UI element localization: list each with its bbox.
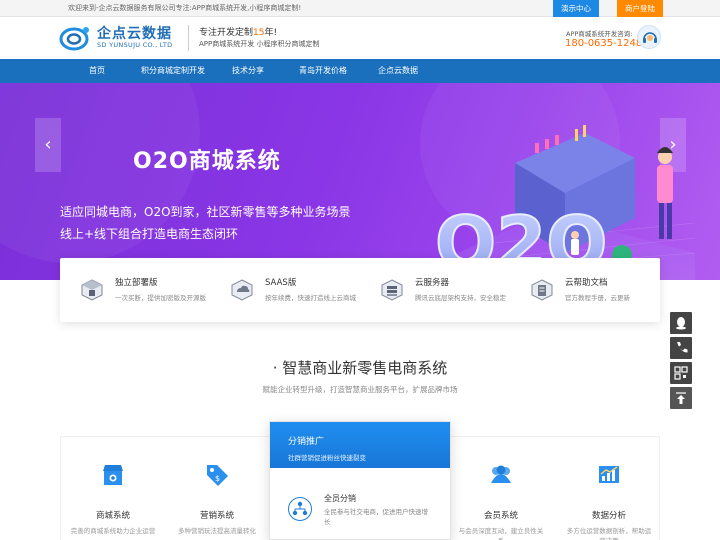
featured-card-title: 分销推广 [288,437,325,447]
slogan-sub: APP商城系统开发 小程序积分商城定制 [199,40,320,48]
nav-item-tech-share[interactable]: 技术分享 [232,59,264,83]
logo-english: SD YUNSUJU CO., LTD [97,41,173,49]
feature-cloud-server[interactable]: 云服务器 腾讯云底层架构支持，安全稳定 [360,258,510,322]
members-icon [491,465,511,483]
merchant-login-button[interactable]: 商户登陆 [617,0,663,17]
qq-icon [676,317,686,330]
feature-card: 独立部署版 一次买断，提供加密版及开源版 SAAS版 按年续费，快速打造线上云商… [60,258,660,322]
card-desc: 多方位运营数据剖析，帮助运营决策 [566,527,652,540]
card-title: 营销系统 [199,511,234,521]
person-figure [657,147,673,239]
featured-card-desc: 社群营销促进粉丝快速裂变 [288,454,366,462]
main-nav: 首页 积分商城定制开发 技术分享 青岛开发价格 企点云数据 [0,59,720,83]
feature-desc: 腾讯云底层架构支持，安全稳定 [415,294,506,302]
document-icon [531,279,553,301]
banner-text-line1: 适应同城电商，O2O到家，社区新零售等多种业务场景 [60,205,351,219]
feature-saas[interactable]: SAAS版 按年续费，快速打造线上云商城 [210,258,360,322]
banner-title: O2O商城系统 [133,149,281,174]
card-data-analysis[interactable]: 数据分析 多方位运营数据剖析，帮助运营决策 [557,437,661,540]
slogan: 专注开发定制15年! [199,28,278,38]
phone-float-button[interactable] [670,337,692,359]
feature-desc: 官方教程手册，云更新 [565,294,630,302]
section-title: · 智慧商业新零售电商系统 [272,359,448,377]
header-divider [188,25,189,51]
featured-card-header: 分销推广 社群营销促进粉丝快速裂变 [270,422,450,468]
card-distribution-featured[interactable]: 分销推广 社群营销促进粉丝快速裂变 全员分销 全民参与社交电商，促进用户快速增长 [269,421,451,540]
network-icon [288,497,312,521]
demo-center-button[interactable]: 演示中心 [553,0,599,17]
card-title: 数据分析 [591,511,626,521]
hotline-label: APP商城系统开发咨询: [566,30,633,38]
header: 企点云数据 SD YUNSUJU CO., LTD 专注开发定制15年! APP… [0,17,720,59]
nav-item-company[interactable]: 企点云数据 [378,59,418,83]
slogan-years: 15 [253,28,265,38]
logo-text[interactable]: 企点云数据 [97,23,172,43]
feature-title: 云帮助文档 [565,278,608,288]
hero-banner[interactable]: O2O商城系统 适应同城电商，O2O到家，社区新零售等多种业务场景 线上+线下组… [0,83,720,280]
feature-title: 云服务器 [415,278,450,288]
hotline-number[interactable]: 180-0635-1248 [565,38,642,49]
card-mall-system[interactable]: 商城系统 完善的商城系统助力企业运营 [61,437,165,540]
nav-item-qingdao-price[interactable]: 青岛开发价格 [299,59,347,83]
featured-sub-desc: 全民参与社交电商，促进用户快速增长 [324,508,428,526]
banner-text-line2: 线上+线下组合打造电商生态闭环 [60,227,239,241]
o2o-illustration: O2O [415,125,695,280]
feature-standalone[interactable]: 独立部署版 一次买断，提供加密版及开源版 [60,258,210,322]
card-desc: 完善的商城系统助力企业运营 [70,527,156,535]
card-title: 会员系统 [483,511,518,521]
shop-icon [103,465,123,485]
feature-title: 独立部署版 [115,278,158,288]
tag-icon: $ [207,465,228,486]
headset-icon [637,25,661,49]
feature-title: SAAS版 [265,278,297,288]
banner-prev-arrow[interactable]: ‹ [35,118,61,172]
card-member-system[interactable]: 会员系统 与会员深度互动，建立良性关系 [449,437,553,540]
cloud-layers-icon [231,279,253,301]
svg-text:$: $ [215,474,220,483]
nav-item-points-mall[interactable]: 积分商城定制开发 [141,59,205,83]
chart-icon [599,466,619,483]
card-marketing-system[interactable]: $ 营销系统 多种营销玩法提高流量转化 [165,437,269,540]
nav-item-home[interactable]: 首页 [89,59,105,83]
section-subtitle: 赋能企业转型升级，打造智慧商业服务平台，扩展品牌市场 [262,385,458,394]
card-desc: 与会员深度互动，建立良性关系 [458,527,544,540]
phone-icon [677,342,688,353]
welcome-text: 欢迎来到-企点云数据服务有限公司专注:APP商城系统开发,小程序商城定制! [68,4,302,12]
top-bar: 欢迎来到-企点云数据服务有限公司专注:APP商城系统开发,小程序商城定制! 演示… [0,0,720,17]
card-title: 商城系统 [95,511,130,521]
logo-icon[interactable] [59,24,93,52]
feature-desc: 按年续费，快速打造线上云商城 [265,294,356,302]
server-box-icon [81,279,103,301]
feature-desc: 一次买断，提供加密版及开源版 [115,294,206,302]
qq-float-button[interactable] [670,312,692,334]
card-desc: 多种营销玩法提高流量转化 [178,527,256,535]
feature-help-docs[interactable]: 云帮助文档 官方教程手册，云更新 [510,258,660,322]
cloud-server-icon [381,279,403,301]
featured-sub-title: 全员分销 [324,494,356,503]
